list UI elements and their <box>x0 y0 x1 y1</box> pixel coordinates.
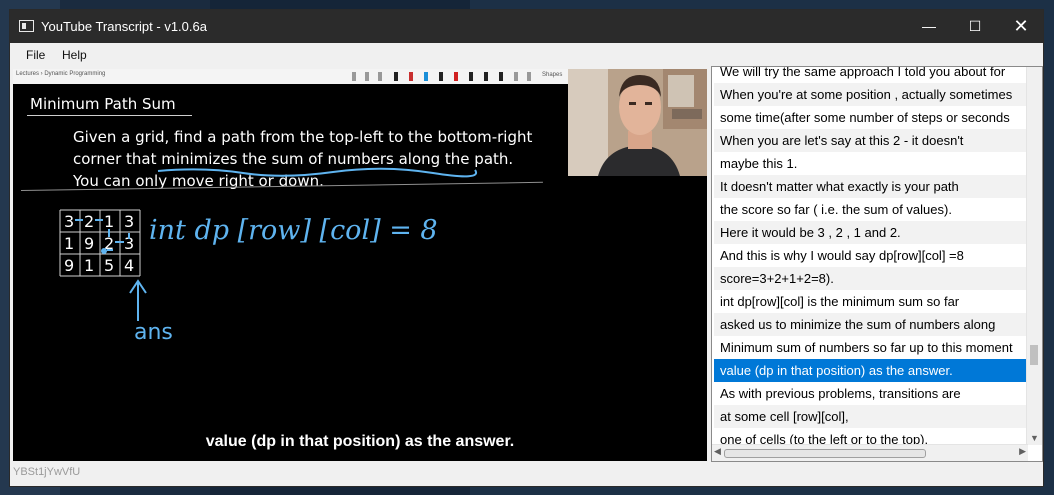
video-id-label: YBSt1jYwVfU <box>13 466 81 478</box>
minimize-button[interactable]: — <box>906 10 952 43</box>
window-title: YouTube Transcript - v1.0.6a <box>41 19 207 34</box>
maximize-button[interactable]: ☐ <box>952 10 998 43</box>
transcript-line[interactable]: maybe this 1. <box>714 152 1030 175</box>
horizontal-scrollbar[interactable]: ◀ ▶ <box>712 444 1028 461</box>
grid-cell: 5 <box>104 256 114 275</box>
transcript-line[interactable]: When you're at some position , actually … <box>714 83 1030 106</box>
transcript-list[interactable]: We will try the same approach I told you… <box>711 66 1043 462</box>
transcript-line[interactable]: int dp[row][col] is the minimum sum so f… <box>714 290 1030 313</box>
main-content: Lectures › Dynamic Programming Shapes Mi… <box>10 66 1043 466</box>
video-player[interactable]: Lectures › Dynamic Programming Shapes Mi… <box>13 69 707 461</box>
transcript-line[interactable]: As with previous problems, transitions a… <box>714 382 1030 405</box>
scroll-right-icon[interactable]: ▶ <box>1019 446 1026 457</box>
transcript-line[interactable]: at some cell [row][col], <box>714 405 1030 428</box>
highlight-underline <box>157 167 478 178</box>
transcript-line[interactable]: Here it would be 3 , 2 , 1 and 2. <box>714 221 1030 244</box>
transcript-line[interactable]: asked us to minimize the sum of numbers … <box>714 313 1030 336</box>
presenter-image <box>568 69 707 176</box>
transcript-line[interactable]: It doesn't matter what exactly is your p… <box>714 175 1030 198</box>
webcam-overlay <box>568 69 707 176</box>
menu-file[interactable]: File <box>26 48 45 62</box>
menu-bar: File Help <box>10 43 1043 66</box>
grid-cell: 1 <box>64 234 74 253</box>
grid-cell: 9 <box>64 256 74 275</box>
dp-formula: int dp [row] [col] = 8 <box>149 215 438 246</box>
title-bar[interactable]: YouTube Transcript - v1.0.6a — ☐ ✕ <box>10 10 1043 43</box>
minimize-icon: — <box>922 18 936 34</box>
grid-values: 3 2 1 3 1 9 2 3 9 1 5 4 <box>64 212 134 275</box>
transcript-line[interactable]: We will try the same approach I told you… <box>714 67 1030 83</box>
transcript-line[interactable]: some time(after some number of steps or … <box>714 106 1030 129</box>
transcript-line[interactable]: score=3+2+1+2=8). <box>714 267 1030 290</box>
grid-cell: 1 <box>104 212 114 231</box>
grid-cell: 1 <box>84 256 94 275</box>
answer-arrow <box>129 279 147 321</box>
grid-cell: 2 <box>84 212 94 231</box>
transcript-line[interactable]: the score so far ( i.e. the sum of value… <box>714 198 1030 221</box>
video-caption: value (dp in that position) as the answe… <box>205 433 515 450</box>
grid-cell: 3 <box>124 212 134 231</box>
maximize-icon: ☐ <box>968 18 982 34</box>
app-window: YouTube Transcript - v1.0.6a — ☐ ✕ File … <box>9 9 1044 487</box>
ans-label: ans <box>134 320 173 345</box>
status-bar: YBSt1jYwVfU <box>10 462 1043 486</box>
scrollbar-thumb[interactable] <box>1030 345 1038 365</box>
transcript-line[interactable]: And this is why I would say dp[row][col]… <box>714 244 1030 267</box>
grid-cell: 3 <box>64 212 74 231</box>
close-button[interactable]: ✕ <box>998 10 1043 43</box>
vertical-scrollbar[interactable]: ▼ <box>1026 67 1042 445</box>
menu-help[interactable]: Help <box>62 48 87 62</box>
transcript-line[interactable]: Minimum sum of numbers so far up to this… <box>714 336 1030 359</box>
close-icon: ✕ <box>1013 16 1029 36</box>
scroll-down-icon[interactable]: ▼ <box>1030 433 1039 443</box>
grid-cell: 4 <box>124 256 134 275</box>
transcript-line[interactable]: value (dp in that position) as the answe… <box>714 359 1030 382</box>
scrollbar-thumb[interactable] <box>724 449 926 458</box>
scroll-left-icon[interactable]: ◀ <box>714 446 721 457</box>
grid-cell: 9 <box>84 234 94 253</box>
app-icon <box>19 20 34 32</box>
transcript-line[interactable]: When you are let's say at this 2 - it do… <box>714 129 1030 152</box>
